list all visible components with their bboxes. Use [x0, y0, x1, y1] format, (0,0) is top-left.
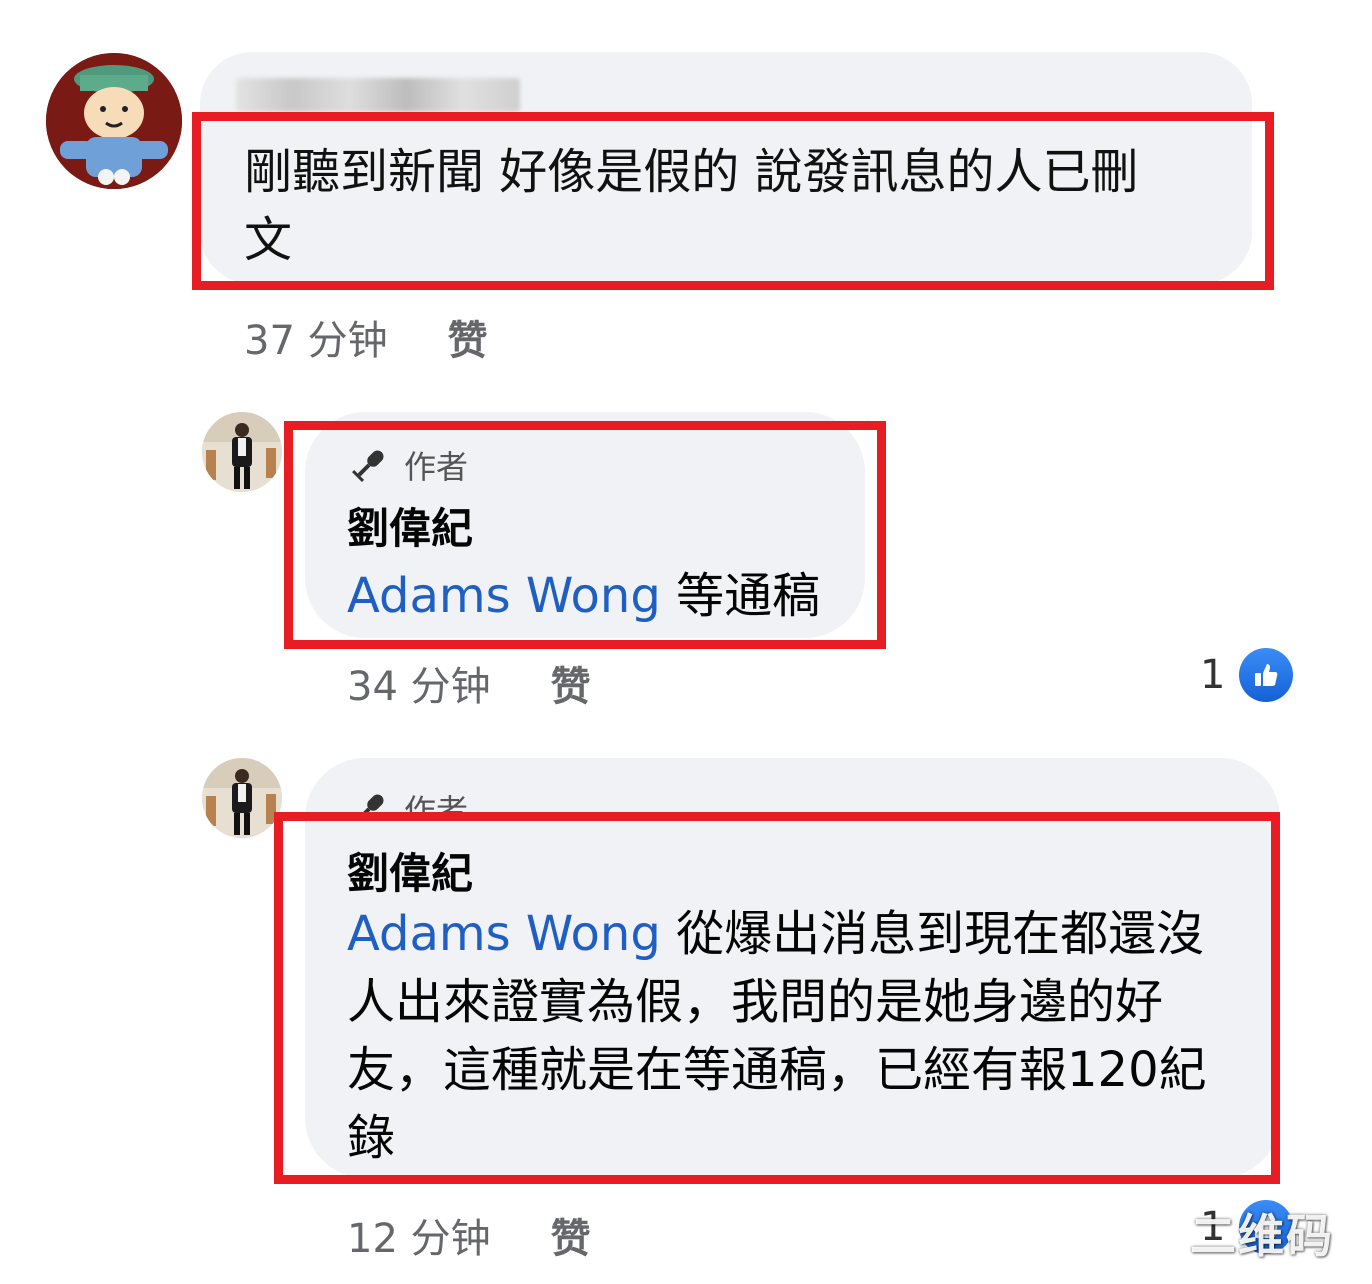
person-photo-icon — [202, 758, 282, 838]
comment-timestamp[interactable]: 34 分钟 — [347, 654, 491, 712]
reaction-summary[interactable]: 1 — [1200, 648, 1294, 702]
comment-meta: 12 分钟 赞 — [347, 1206, 591, 1264]
person-photo-icon — [202, 412, 282, 492]
thumbs-up-icon — [1239, 648, 1294, 702]
comment-meta: 37 分钟 赞 — [244, 308, 488, 366]
commenter-avatar[interactable] — [46, 53, 182, 189]
highlight-frame — [284, 421, 886, 649]
watermark: 二维码 — [1190, 1209, 1334, 1263]
blurred-author-name — [236, 78, 520, 112]
highlight-frame — [274, 812, 1280, 1184]
reaction-count: 1 — [1200, 652, 1226, 698]
like-button[interactable]: 赞 — [448, 308, 488, 366]
highlight-frame — [192, 112, 1274, 290]
author-avatar[interactable] — [202, 758, 282, 838]
author-avatar[interactable] — [202, 412, 282, 492]
like-button[interactable]: 赞 — [551, 654, 591, 712]
like-button[interactable]: 赞 — [551, 1206, 591, 1264]
comment-meta: 34 分钟 赞 — [347, 654, 591, 712]
comment-timestamp[interactable]: 12 分钟 — [347, 1206, 491, 1264]
comment-timestamp[interactable]: 37 分钟 — [244, 308, 388, 366]
cartoon-avatar-icon — [46, 53, 182, 189]
